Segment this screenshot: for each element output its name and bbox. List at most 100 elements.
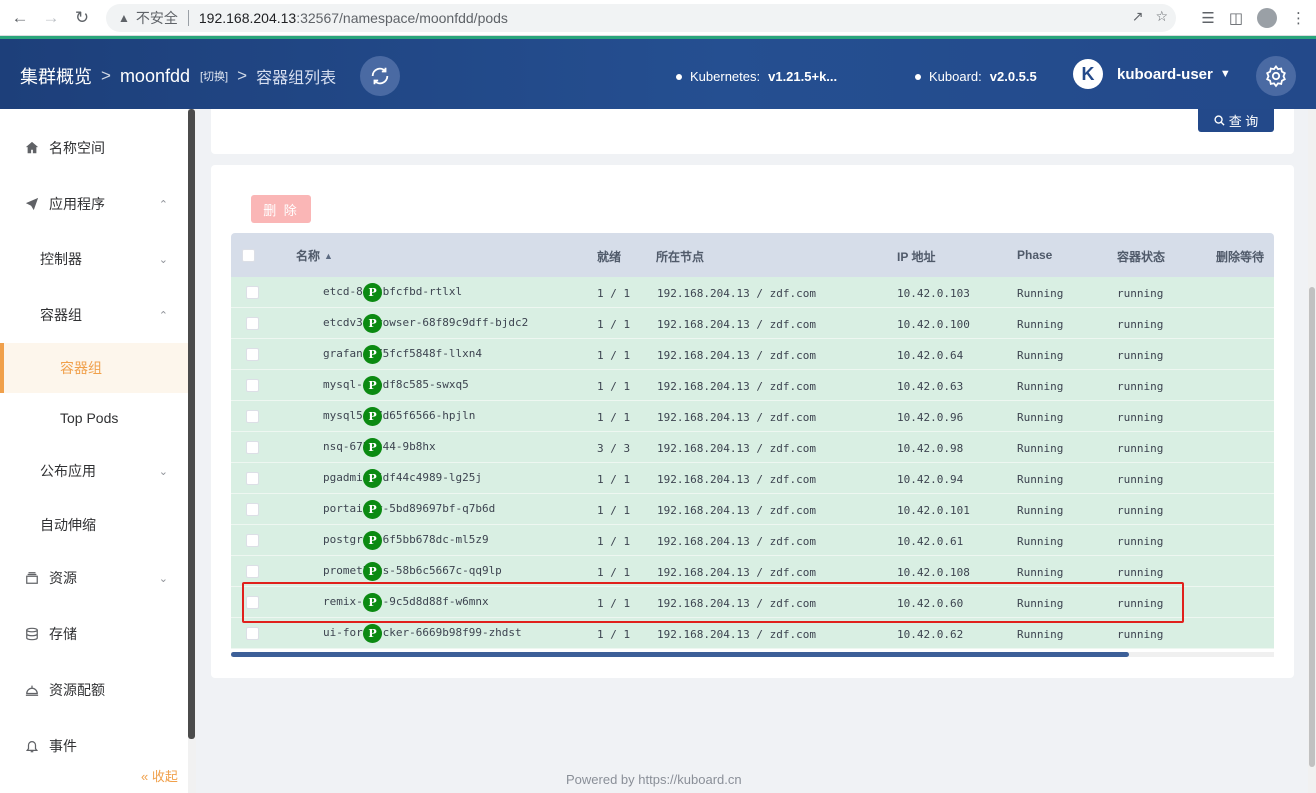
user-menu[interactable]: K kuboard-user ▼ <box>1073 59 1231 89</box>
media-icon[interactable]: ☰ <box>1201 9 1214 27</box>
sidebar-item-pods-group[interactable]: 容器组 ⌃ <box>0 290 188 340</box>
pod-name-link[interactable]: postgres-6f5bb678dc-ml5z9 <box>323 533 489 546</box>
powered-by[interactable]: Powered by https://kuboard.cn <box>566 772 742 787</box>
pod-name-link[interactable]: prometheus-58b6c5667c-qq9lp <box>323 564 502 577</box>
table-row[interactable]: Pnsq-67b6c44-9b8hx 3 / 3 192.168.204.13 / … <box>231 432 1274 463</box>
node-cell: 192.168.204.13 / zdf.com <box>657 504 816 517</box>
profile-icon[interactable] <box>1257 8 1277 28</box>
username[interactable]: kuboard-user <box>1117 66 1213 83</box>
table-row[interactable]: Ppostgres-6f5bb678dc-ml5z9 1 / 1 192.168.2… <box>231 525 1274 556</box>
table-row[interactable]: Pprometheus-58b6c5667c-qq9lp 1 / 1 192.168… <box>231 556 1274 587</box>
column-header-name[interactable]: 名称 ▲ <box>296 247 333 264</box>
pod-name-cell[interactable]: Pui-for-docker-6669b98f99-zhdst <box>297 624 522 643</box>
sidebar-item-pods[interactable]: 容器组 <box>0 343 188 393</box>
reload-icon[interactable]: ↻ <box>71 7 93 29</box>
pod-name-link[interactable]: mysql-66bdf8c585-swxq5 <box>323 378 469 391</box>
switch-namespace-link[interactable]: [切换] <box>200 68 228 84</box>
table-row[interactable]: Pgrafana-75fcf5848f-llxn4 1 / 1 192.168.20… <box>231 339 1274 370</box>
pod-name-cell[interactable]: Pprometheus-58b6c5667c-qq9lp <box>297 562 502 581</box>
table-row[interactable]: Premix-ide-9c5d8d88f-w6mnx 1 / 1 192.168.2… <box>231 587 1274 618</box>
sidebar-item-resources[interactable]: 资源 ⌄ <box>0 553 188 603</box>
pod-name-cell[interactable]: Pmysql5-57d65f6566-hpjln <box>297 407 475 426</box>
pod-name-link[interactable]: mysql5-57d65f6566-hpjln <box>323 409 475 422</box>
pod-name-link[interactable]: pgadmin-5df44c4989-lg25j <box>323 471 482 484</box>
pod-name-cell[interactable]: Pmysql-66bdf8c585-swxq5 <box>297 376 469 395</box>
quota-icon <box>24 682 40 698</box>
caret-down-icon[interactable]: ▼ <box>1220 68 1231 80</box>
insecure-label: 不安全 <box>135 10 178 26</box>
ready-cell: 1 / 1 <box>597 628 631 641</box>
select-all-checkbox[interactable] <box>242 249 255 262</box>
page-scrollbar-thumb[interactable] <box>1309 287 1315 767</box>
sidebar-item-label: 容器组 <box>40 307 82 323</box>
row-checkbox[interactable] <box>246 379 259 392</box>
pod-name-link[interactable]: etcdv3-browser-68f89c9dff-bjdc2 <box>323 316 528 329</box>
pod-name-link[interactable]: etcd-84dcbfcfbd-rtlxl <box>323 285 462 298</box>
row-checkbox[interactable] <box>246 441 259 454</box>
menu-icon[interactable]: ⋮ <box>1291 9 1306 27</box>
ready-cell: 1 / 1 <box>597 318 631 331</box>
sidebar-scrollbar-thumb[interactable] <box>188 109 195 739</box>
table-scrollbar-thumb[interactable] <box>231 652 1129 657</box>
row-checkbox[interactable] <box>246 286 259 299</box>
pod-name-cell[interactable]: Pportainer-5bd89697bf-q7b6d <box>297 500 495 519</box>
table-row[interactable]: Pmysql5-57d65f6566-hpjln 1 / 1 192.168.204… <box>231 401 1274 432</box>
sidebar-item-events[interactable]: 事件 <box>0 721 188 771</box>
sidebar-item-publish[interactable]: 公布应用 ⌄ <box>0 446 188 496</box>
pod-name-cell[interactable]: Ppgadmin-5df44c4989-lg25j <box>297 469 482 488</box>
query-button[interactable]: 查 询 <box>1198 109 1274 132</box>
row-checkbox[interactable] <box>246 472 259 485</box>
sidebar-item-namespace[interactable]: 名称空间 <box>0 123 188 173</box>
settings-button[interactable] <box>1256 56 1296 96</box>
row-checkbox[interactable] <box>246 503 259 516</box>
kubernetes-label: Kubernetes: <box>690 69 761 84</box>
forward-icon[interactable]: → <box>40 7 62 29</box>
star-icon[interactable]: ☆ <box>1155 8 1168 25</box>
pod-name-cell[interactable]: Premix-ide-9c5d8d88f-w6mnx <box>297 593 489 612</box>
sidebar-item-applications[interactable]: 应用程序 ⌃ <box>0 179 188 229</box>
table-row[interactable]: Ppgadmin-5df44c4989-lg25j 1 / 1 192.168.20… <box>231 463 1274 494</box>
pod-name-cell[interactable]: Petcd-84dcbfcfbd-rtlxl <box>297 283 462 302</box>
pod-name-link[interactable]: ui-for-docker-6669b98f99-zhdst <box>323 626 522 639</box>
row-checkbox[interactable] <box>246 627 259 640</box>
row-checkbox[interactable] <box>246 410 259 423</box>
table-horizontal-scrollbar[interactable] <box>231 652 1274 657</box>
chevron-right-icon: > <box>237 66 248 85</box>
pod-name-link[interactable]: remix-ide-9c5d8d88f-w6mnx <box>323 595 489 608</box>
row-checkbox[interactable] <box>246 565 259 578</box>
sidebar-item-label: 公布应用 <box>40 463 96 479</box>
pod-name-cell[interactable]: Petcdv3-browser-68f89c9dff-bjdc2 <box>297 314 528 333</box>
share-icon[interactable]: ↗ <box>1132 8 1144 25</box>
pod-name-cell[interactable]: Pnsq-67b6c44-9b8hx <box>297 438 436 457</box>
row-checkbox[interactable] <box>246 534 259 547</box>
table-row[interactable]: Pui-for-docker-6669b98f99-zhdst 1 / 1 192.… <box>231 618 1274 649</box>
breadcrumb-namespace[interactable]: moonfdd <box>120 66 190 87</box>
table-row[interactable]: Pportainer-5bd89697bf-q7b6d 1 / 1 192.168.… <box>231 494 1274 525</box>
collapse-sidebar-button[interactable]: « 收起 <box>141 766 178 785</box>
table-row[interactable]: Pmysql-66bdf8c585-swxq5 1 / 1 192.168.204.… <box>231 370 1274 401</box>
sidepanel-icon[interactable]: ◫ <box>1229 9 1243 27</box>
back-icon[interactable]: ← <box>9 7 31 29</box>
sidebar-item-controllers[interactable]: 控制器 ⌄ <box>0 234 188 284</box>
pod-name-link[interactable]: grafana-75fcf5848f-llxn4 <box>323 347 482 360</box>
table-row[interactable]: Petcd-84dcbfcfbd-rtlxl 1 / 1 192.168.204.1… <box>231 277 1274 308</box>
pod-name-cell[interactable]: Pgrafana-75fcf5848f-llxn4 <box>297 345 482 364</box>
container-status-cell: running <box>1117 535 1164 548</box>
table-row[interactable]: Petcdv3-browser-68f89c9dff-bjdc2 1 / 1 192… <box>231 308 1274 339</box>
sort-icon[interactable]: ▲ <box>324 251 333 261</box>
sidebar-item-top-pods[interactable]: Top Pods <box>0 393 188 443</box>
sidebar-item-autoscale[interactable]: 自动伸缩 <box>0 500 188 550</box>
pod-name-cell[interactable]: Ppostgres-6f5bb678dc-ml5z9 <box>297 531 489 550</box>
breadcrumb-cluster[interactable]: 集群概览 <box>20 63 92 89</box>
pod-name-link[interactable]: portainer-5bd89697bf-q7b6d <box>323 502 495 515</box>
row-checkbox[interactable] <box>246 596 259 609</box>
sidebar-item-quota[interactable]: 资源配额 <box>0 665 188 715</box>
row-checkbox[interactable] <box>246 317 259 330</box>
sidebar-item-storage[interactable]: 存储 <box>0 609 188 659</box>
chevron-down-icon: ⌄ <box>158 572 168 585</box>
row-checkbox[interactable] <box>246 348 259 361</box>
delete-button[interactable]: 删 除 <box>251 195 311 223</box>
address-bar[interactable]: ▲ 不安全 192.168.204.13:32567/namespace/moo… <box>106 4 1176 32</box>
refresh-button[interactable] <box>360 56 400 96</box>
kuboard-label: Kuboard: <box>929 69 982 84</box>
